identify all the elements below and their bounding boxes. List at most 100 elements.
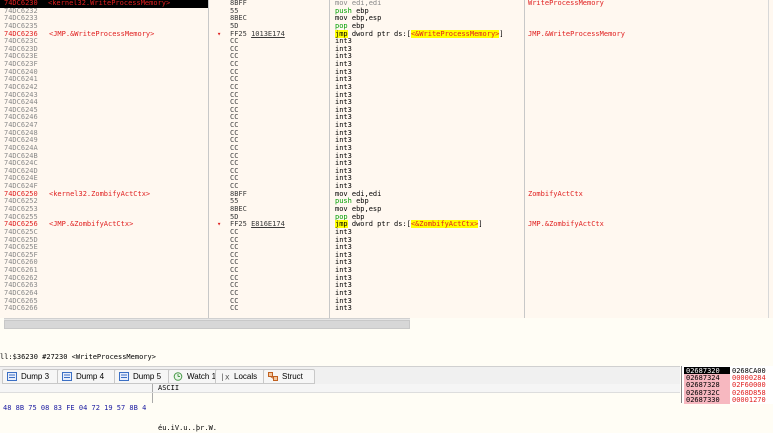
disasm-row[interactable]: 74DC6266 CC int3 [0,305,773,313]
disasm-row[interactable]: 74DC6252 55 push ebp [0,198,773,206]
locals-icon: |x| [220,372,234,382]
disasm-row[interactable]: 74DC6246 CC int3 [0,114,773,122]
disasm-row[interactable]: 74DC623C CC int3 [0,38,773,46]
disasm-row[interactable]: 74DC6249 CC int3 [0,137,773,145]
disasm-row[interactable]: 74DC6264 CC int3 [0,288,773,298]
scrollbar-thumb[interactable] [4,320,410,329]
disasm-row[interactable]: 74DC6232 55 push ebp [0,7,773,16]
disasm-row[interactable]: 74DC624E CC int3 [0,175,773,183]
dump-ascii[interactable]: éu.iV.u..þr.W. [158,423,217,433]
disasm-row[interactable]: 74DC6265 CC int3 [0,297,773,306]
dump-row[interactable]: 48 8B 75 08 83 FE 04 72 19 57 8B 4 éu.iV… [0,393,680,432]
disasm-instruction[interactable]: int3 [335,160,525,168]
disasm-row[interactable]: 74DC6260 CC int3 [0,259,773,267]
disasm-instruction[interactable]: int3 [335,83,525,92]
disasm-row[interactable]: 74DC625E CC int3 [0,244,773,252]
disasm-instruction[interactable]: int3 [335,129,525,138]
disasm-instruction[interactable]: int3 [335,175,525,183]
disasm-row[interactable]: 74DC6248 CC int3 [0,129,773,138]
disasm-row[interactable]: 74DC625F CC int3 [0,250,773,260]
stack-view[interactable]: 02687320 0268CA00 02687324 00000284 02687328… [681,366,773,404]
horizontal-scrollbar[interactable] [4,318,410,329]
disasm-row[interactable]: 74DC6253 8BEC mov ebp,esp [0,205,773,214]
disasm-instruction[interactable]: int3 [335,305,525,313]
disasm-row[interactable]: 74DC623E CC int3 [0,53,773,61]
disasm-label: <kernel32.WriteProcessMemory> [48,0,208,8]
disasm-row[interactable]: 74DC6262 CC int3 [0,274,773,283]
disasm-instruction[interactable]: int3 [335,38,525,46]
disasm-instruction[interactable]: int3 [335,68,525,77]
disasm-instruction[interactable]: int3 [335,137,525,145]
disasm-row[interactable]: 74DC6250 <kernel32.ZombifyActCtx> 8BFF mov … [0,190,773,199]
disasm-row[interactable]: 74DC6241 CC int3 [0,76,773,84]
column-separator[interactable] [524,0,525,318]
disasm-bytes: CC [230,288,239,297]
disasm-row[interactable]: 74DC6230 <kernel32.WriteProcessMemory> 8BF… [0,0,773,8]
disasm-instruction[interactable]: int3 [335,244,525,252]
disasm-row[interactable]: 74DC625C CC int3 [0,228,773,237]
disasm-instruction[interactable]: int3 [335,251,525,260]
tab-label: Dump 3 [21,372,50,381]
disasm-instruction[interactable]: int3 [335,114,525,122]
disasm-bytes: CC [230,250,239,259]
disasm-instruction[interactable]: int3 [335,167,525,176]
disasm-row[interactable]: 74DC624C CC int3 [0,160,773,168]
disasm-instruction[interactable]: int3 [335,152,525,161]
disasm-row[interactable]: 74DC6242 CC int3 [0,82,773,92]
disasm-row[interactable]: 74DC6236 <JMP.&WriteProcessMemory> ▾ FF25 1… [0,29,773,39]
disasm-comment: JMP.&WriteProcessMemory [528,29,625,38]
disasm-row[interactable]: 74DC6233 8BEC mov ebp,esp [0,15,773,23]
disasm-bytes: CC [230,151,239,160]
disasm-instruction[interactable]: int3 [335,45,525,54]
disasm-instruction[interactable]: int3 [335,274,525,283]
disasm-instruction[interactable]: int3 [335,282,525,290]
svg-text:|x|: |x| [220,373,230,382]
disasm-instruction[interactable]: jmp dword ptr ds:[<&WriteProcessMemory>] [335,29,525,39]
disasm-instruction[interactable]: int3 [335,121,525,130]
disasm-instruction[interactable]: int3 [335,228,525,237]
disasm-row[interactable]: 74DC6245 CC int3 [0,106,773,115]
disasm-instruction[interactable]: int3 [335,99,525,107]
dump-hex-bytes[interactable]: 48 8B 75 08 83 FE 04 72 19 57 8B 4 [3,403,146,413]
disasm-instruction[interactable]: int3 [335,76,525,84]
disasm-row[interactable]: 74DC624B CC int3 [0,151,773,161]
disasm-row[interactable]: 74DC6247 CC int3 [0,121,773,130]
disasm-row[interactable]: 74DC6256 <JMP.&ZombifyActCtx> ▾ FF25 E816E1… [0,220,773,229]
disasm-row[interactable]: 74DC623F CC int3 [0,60,773,69]
disasm-instruction[interactable]: int3 [335,60,525,69]
disasm-instruction[interactable]: int3 [335,144,525,153]
disasm-row[interactable]: 74DC624A CC int3 [0,144,773,153]
disasm-row[interactable]: 74DC6261 CC int3 [0,266,773,275]
column-separator[interactable] [208,0,209,318]
disasm-row[interactable]: 74DC624D CC int3 [0,167,773,176]
disasm-address[interactable]: 74DC6266 [4,305,48,313]
disasm-instruction[interactable]: int3 [335,106,525,115]
disasm-instruction[interactable]: int3 [335,266,525,275]
disasm-row[interactable]: 74DC625D CC int3 [0,236,773,245]
disasm-instruction[interactable]: int3 [335,297,525,306]
disasm-instruction[interactable]: int3 [335,259,525,267]
tab-dump-4[interactable]: Dump 4 [57,369,118,384]
vertical-scrollbar[interactable] [768,0,769,318]
column-separator[interactable] [329,0,330,318]
disasm-row[interactable]: 74DC6240 CC int3 [0,68,773,77]
tab-dump-5[interactable]: Dump 5 [114,369,174,384]
disasm-row[interactable]: 74DC6244 CC int3 [0,99,773,107]
disasm-instruction[interactable]: int3 [335,289,525,298]
tab-dump-3[interactable]: Dump 3 [2,369,62,384]
disasm-bytes: CC [230,258,239,267]
disasm-row[interactable]: 74DC6263 CC int3 [0,282,773,290]
disasm-instruction[interactable]: int3 [335,53,525,61]
dump-header: ASCII [0,384,680,393]
disasm-row[interactable]: 74DC623D CC int3 [0,45,773,54]
dump-tab-bar: Dump 3 Dump 4 Dump 5 Watch 1|x| Locals Struct [0,366,680,385]
disasm-instruction[interactable]: int3 [335,91,525,100]
disassembly-view[interactable]: 74DC6230 <kernel32.WriteProcessMemory> 8BF… [0,0,773,318]
tab-struct[interactable]: Struct [263,369,315,384]
disasm-bytes: CC [230,159,239,168]
disasm-instruction[interactable]: int3 [335,236,525,245]
disasm-instruction[interactable]: jmp dword ptr ds:[<&ZombifyActCtx>] [335,220,525,229]
struct-icon [268,372,278,381]
disasm-row[interactable]: 74DC6243 CC int3 [0,91,773,100]
disasm-bytes: CC [230,82,239,91]
